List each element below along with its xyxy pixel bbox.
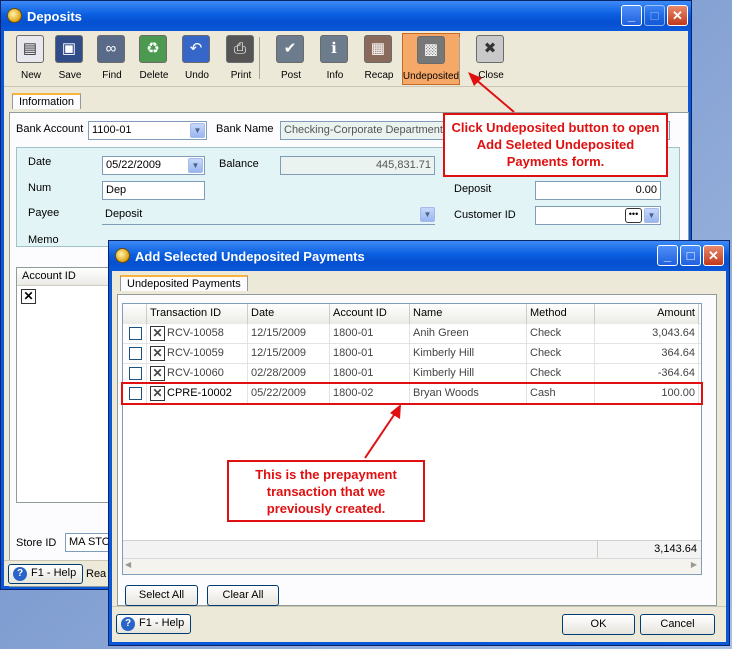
annotation-arrows-2 bbox=[364, 404, 401, 459]
arrow-line-2 bbox=[364, 411, 397, 459]
